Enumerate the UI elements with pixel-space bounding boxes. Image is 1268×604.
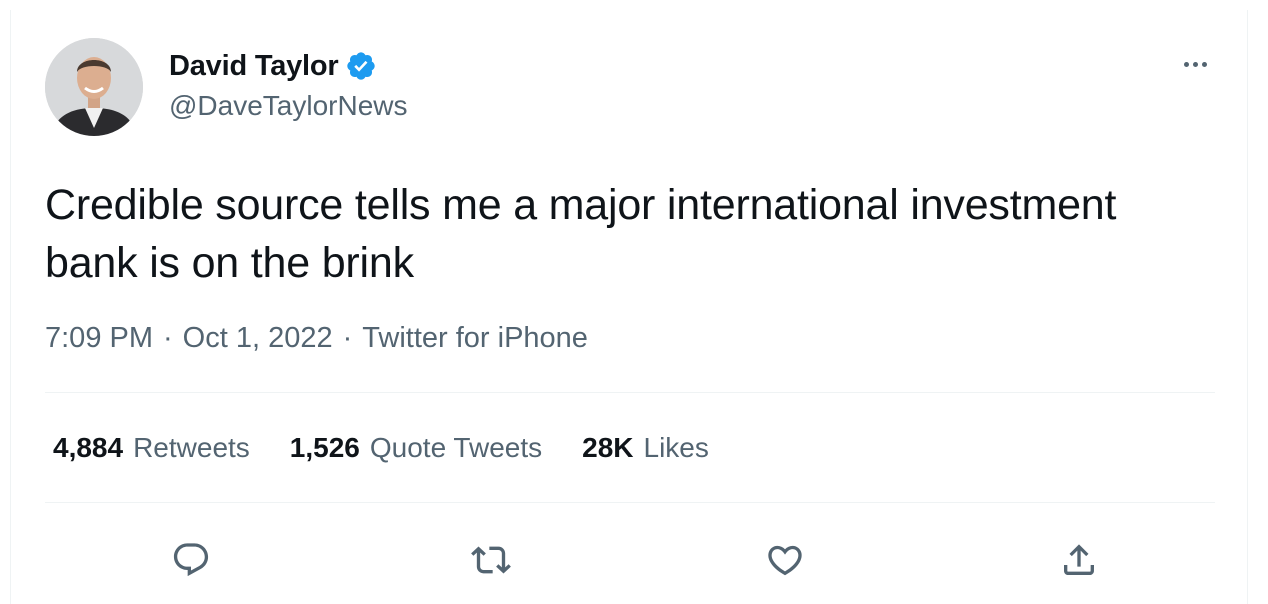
tweet-text: Credible source tells me a major interna… [45, 181, 1117, 287]
more-dot [1183, 61, 1189, 67]
author-handle[interactable]: @DaveTaylorNews [169, 90, 408, 122]
retweet-button[interactable] [469, 538, 513, 582]
more-dot [1201, 61, 1207, 67]
likes-label: Likes [643, 432, 709, 463]
more-dot [1192, 61, 1198, 67]
tweet-date[interactable]: Oct 1, 2022 [183, 322, 333, 355]
share-button[interactable] [1057, 538, 1101, 582]
reply-button[interactable] [169, 538, 213, 582]
more-dots-icon[interactable] [1175, 52, 1215, 76]
retweets-label: Retweets [133, 432, 250, 463]
tweet-card: David Taylor @DaveTaylorNews Credible so… [10, 10, 1248, 604]
retweet-icon [471, 546, 511, 574]
tweet-stats: 4,884 Retweets 1,526 Quote Tweets 28K Li… [53, 432, 709, 464]
divider [45, 392, 1215, 393]
retweets-stat[interactable]: 4,884 Retweets [53, 432, 250, 464]
like-button[interactable] [763, 538, 807, 582]
divider [45, 502, 1215, 503]
quotes-label: Quote Tweets [369, 432, 543, 463]
tweet-time[interactable]: 7:09 PM [45, 322, 153, 355]
retweets-count: 4,884 [53, 432, 124, 463]
reply-icon [173, 543, 209, 577]
verified-badge-icon [345, 50, 377, 82]
tweet-actions [45, 530, 1215, 590]
tweet-meta: 7:09 PM · Oct 1, 2022 · Twitter for iPho… [45, 322, 588, 355]
author-name-row: David Taylor [169, 44, 408, 88]
avatar-photo [45, 38, 143, 136]
avatar[interactable] [45, 38, 143, 136]
author-display-name[interactable]: David Taylor [169, 50, 339, 83]
share-icon [1064, 544, 1094, 575]
likes-stat[interactable]: 28K Likes [582, 432, 709, 464]
tweet-source[interactable]: Twitter for iPhone [362, 322, 588, 355]
tweet-header: David Taylor @DaveTaylorNews [45, 38, 1215, 138]
quotes-count: 1,526 [289, 432, 360, 463]
meta-separator: · [163, 322, 173, 354]
author-names: David Taylor @DaveTaylorNews [169, 44, 408, 122]
likes-count: 28K [582, 432, 634, 463]
heart-icon [768, 545, 802, 576]
meta-separator: · [342, 322, 353, 354]
quotes-stat[interactable]: 1,526 Quote Tweets [290, 432, 542, 464]
